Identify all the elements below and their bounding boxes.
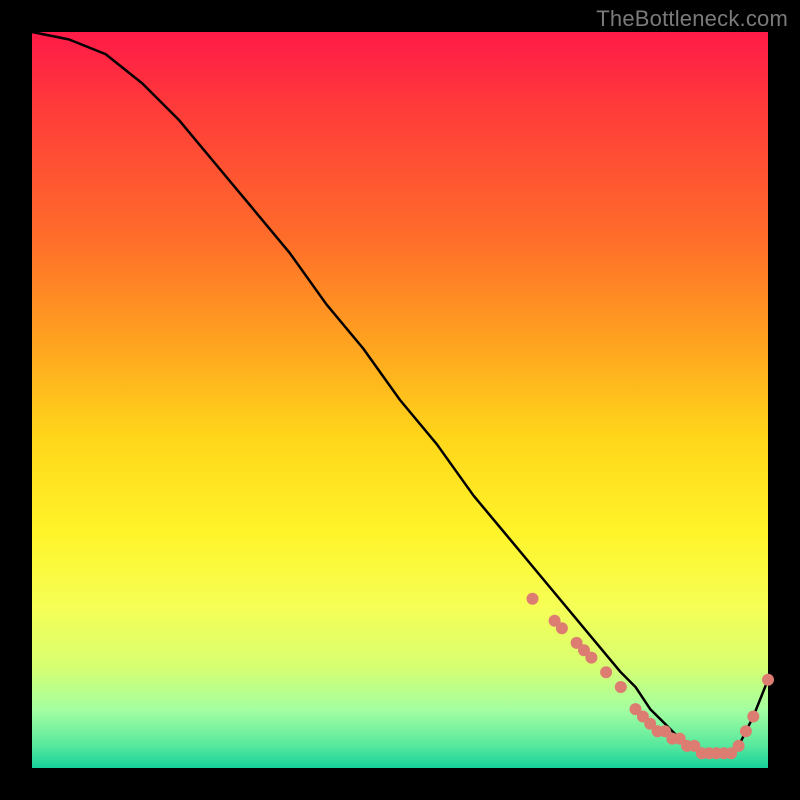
data-marker — [585, 652, 597, 664]
plot-area — [32, 32, 768, 768]
data-marker — [747, 711, 759, 723]
data-marker — [733, 740, 745, 752]
data-marker — [600, 666, 612, 678]
data-marker — [762, 674, 774, 686]
data-marker — [740, 725, 752, 737]
data-marker — [527, 593, 539, 605]
data-marker — [615, 681, 627, 693]
watermark-text: TheBottleneck.com — [596, 6, 788, 32]
data-marker — [556, 622, 568, 634]
chart-stage: TheBottleneck.com — [0, 0, 800, 800]
marker-group — [527, 593, 775, 760]
bottleneck-curve — [32, 32, 768, 753]
curve-layer — [32, 32, 768, 768]
